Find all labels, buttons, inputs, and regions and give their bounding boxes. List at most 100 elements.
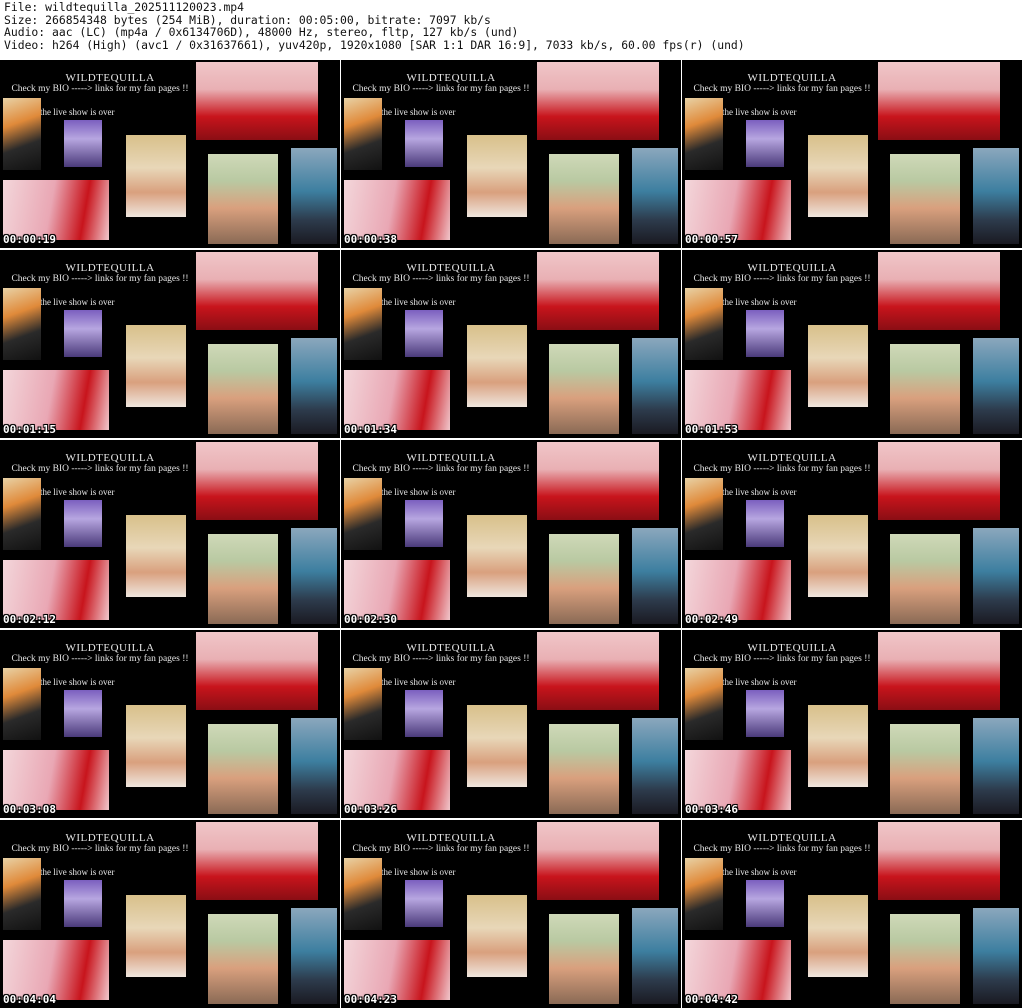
bio-link-text: Check my BIO -----> links for my fan pag… — [11, 84, 189, 94]
video-thumbnail[interactable]: WILDTEQUILLA Check my BIO -----> links fo… — [0, 250, 340, 438]
video-thumbnail[interactable]: WILDTEQUILLA Check my BIO -----> links fo… — [0, 60, 340, 248]
watermark-title: WILDTEQUILLA — [406, 832, 496, 844]
photo-pink-room — [344, 370, 450, 430]
photo-denim-fishnet — [632, 338, 678, 434]
timestamp-label: 00:03:26 — [344, 803, 397, 816]
photo-red-latex-closeup — [537, 62, 659, 140]
photo-purple-lights — [64, 880, 102, 927]
photo-denim-fishnet — [632, 528, 678, 624]
photo-pink-room — [344, 940, 450, 1000]
video-thumbnail[interactable]: WILDTEQUILLA Check my BIO -----> links fo… — [682, 250, 1022, 438]
photo-kitchen-closeup — [208, 534, 278, 624]
bio-link-text: Check my BIO -----> links for my fan pag… — [352, 84, 530, 94]
live-show-status-text: the live show is over — [381, 867, 456, 877]
photo-denim-fishnet — [632, 718, 678, 814]
timestamp-label: 00:02:49 — [685, 613, 738, 626]
photo-pink-room — [3, 370, 109, 430]
photo-red-latex-closeup — [196, 62, 318, 140]
video-thumbnail[interactable]: WILDTEQUILLA Check my BIO -----> links fo… — [0, 630, 340, 818]
live-show-status-text: the live show is over — [381, 297, 456, 307]
timestamp-label: 00:01:34 — [344, 423, 397, 436]
watermark-title: WILDTEQUILLA — [65, 642, 155, 654]
photo-purple-lights — [405, 310, 443, 357]
photo-blonde-portrait — [808, 325, 868, 407]
photo-red-latex-closeup — [878, 822, 1000, 900]
timestamp-label: 00:00:19 — [3, 233, 56, 246]
live-show-status-text: the live show is over — [381, 677, 456, 687]
photo-denim-fishnet — [291, 718, 337, 814]
bio-link-text: Check my BIO -----> links for my fan pag… — [693, 844, 871, 854]
video-thumbnail[interactable]: WILDTEQUILLA Check my BIO -----> links fo… — [341, 250, 681, 438]
photo-blonde-portrait — [126, 515, 186, 597]
video-thumbnail[interactable]: WILDTEQUILLA Check my BIO -----> links fo… — [0, 820, 340, 1008]
timestamp-label: 00:01:15 — [3, 423, 56, 436]
video-thumbnail[interactable]: WILDTEQUILLA Check my BIO -----> links fo… — [341, 820, 681, 1008]
bio-link-text: Check my BIO -----> links for my fan pag… — [693, 84, 871, 94]
photo-red-latex-closeup — [196, 252, 318, 330]
photo-orange-outfit — [3, 98, 41, 170]
photo-denim-fishnet — [973, 528, 1019, 624]
photo-purple-lights — [746, 500, 784, 547]
live-show-status-text: the live show is over — [40, 297, 115, 307]
photo-orange-outfit — [685, 288, 723, 360]
video-thumbnail[interactable]: WILDTEQUILLA Check my BIO -----> links fo… — [341, 60, 681, 248]
video-thumbnail[interactable]: WILDTEQUILLA Check my BIO -----> links fo… — [682, 440, 1022, 628]
photo-purple-lights — [746, 120, 784, 167]
photo-red-latex-closeup — [537, 822, 659, 900]
live-show-status-text: the live show is over — [40, 677, 115, 687]
video-thumbnail[interactable]: WILDTEQUILLA Check my BIO -----> links fo… — [682, 60, 1022, 248]
watermark-title: WILDTEQUILLA — [406, 262, 496, 274]
watermark-title: WILDTEQUILLA — [65, 262, 155, 274]
photo-red-latex-closeup — [537, 442, 659, 520]
photo-pink-room — [685, 560, 791, 620]
live-show-status-text: the live show is over — [722, 867, 797, 877]
photo-denim-fishnet — [291, 908, 337, 1004]
live-show-status-text: the live show is over — [40, 487, 115, 497]
photo-blonde-portrait — [467, 895, 527, 977]
live-show-status-text: the live show is over — [40, 867, 115, 877]
file-name-line: File: wildtequilla_202511120023.mp4 — [4, 0, 245, 14]
video-thumbnail[interactable]: WILDTEQUILLA Check my BIO -----> links fo… — [341, 440, 681, 628]
live-show-status-text: the live show is over — [722, 107, 797, 117]
timestamp-label: 00:02:12 — [3, 613, 56, 626]
video-thumbnail[interactable]: WILDTEQUILLA Check my BIO -----> links fo… — [341, 630, 681, 818]
watermark-title: WILDTEQUILLA — [406, 452, 496, 464]
photo-pink-room — [3, 560, 109, 620]
photo-blonde-portrait — [126, 895, 186, 977]
photo-pink-room — [685, 370, 791, 430]
watermark-title: WILDTEQUILLA — [747, 452, 837, 464]
photo-denim-fishnet — [291, 148, 337, 244]
photo-denim-fishnet — [973, 718, 1019, 814]
photo-orange-outfit — [344, 98, 382, 170]
photo-blonde-portrait — [126, 325, 186, 407]
photo-pink-room — [344, 560, 450, 620]
photo-purple-lights — [405, 690, 443, 737]
bio-link-text: Check my BIO -----> links for my fan pag… — [352, 844, 530, 854]
live-show-status-text: the live show is over — [722, 487, 797, 497]
thumbnail-grid: WILDTEQUILLA Check my BIO -----> links fo… — [0, 60, 1024, 1008]
photo-kitchen-closeup — [890, 534, 960, 624]
bio-link-text: Check my BIO -----> links for my fan pag… — [352, 464, 530, 474]
photo-kitchen-closeup — [549, 914, 619, 1004]
photo-kitchen-closeup — [208, 344, 278, 434]
photo-blonde-portrait — [808, 135, 868, 217]
audio-info-line: Audio: aac (LC) (mp4a / 0x6134706D), 480… — [4, 25, 519, 39]
bio-link-text: Check my BIO -----> links for my fan pag… — [693, 274, 871, 284]
photo-denim-fishnet — [973, 908, 1019, 1004]
photo-denim-fishnet — [973, 338, 1019, 434]
photo-blonde-portrait — [467, 515, 527, 597]
photo-blonde-portrait — [126, 705, 186, 787]
photo-purple-lights — [405, 500, 443, 547]
photo-red-latex-closeup — [878, 252, 1000, 330]
photo-orange-outfit — [685, 668, 723, 740]
photo-red-latex-closeup — [878, 62, 1000, 140]
photo-purple-lights — [746, 880, 784, 927]
photo-purple-lights — [746, 690, 784, 737]
photo-blonde-portrait — [467, 705, 527, 787]
photo-purple-lights — [405, 120, 443, 167]
bio-link-text: Check my BIO -----> links for my fan pag… — [11, 844, 189, 854]
photo-kitchen-closeup — [890, 914, 960, 1004]
video-thumbnail[interactable]: WILDTEQUILLA Check my BIO -----> links fo… — [682, 630, 1022, 818]
video-thumbnail[interactable]: WILDTEQUILLA Check my BIO -----> links fo… — [682, 820, 1022, 1008]
video-thumbnail[interactable]: WILDTEQUILLA Check my BIO -----> links fo… — [0, 440, 340, 628]
